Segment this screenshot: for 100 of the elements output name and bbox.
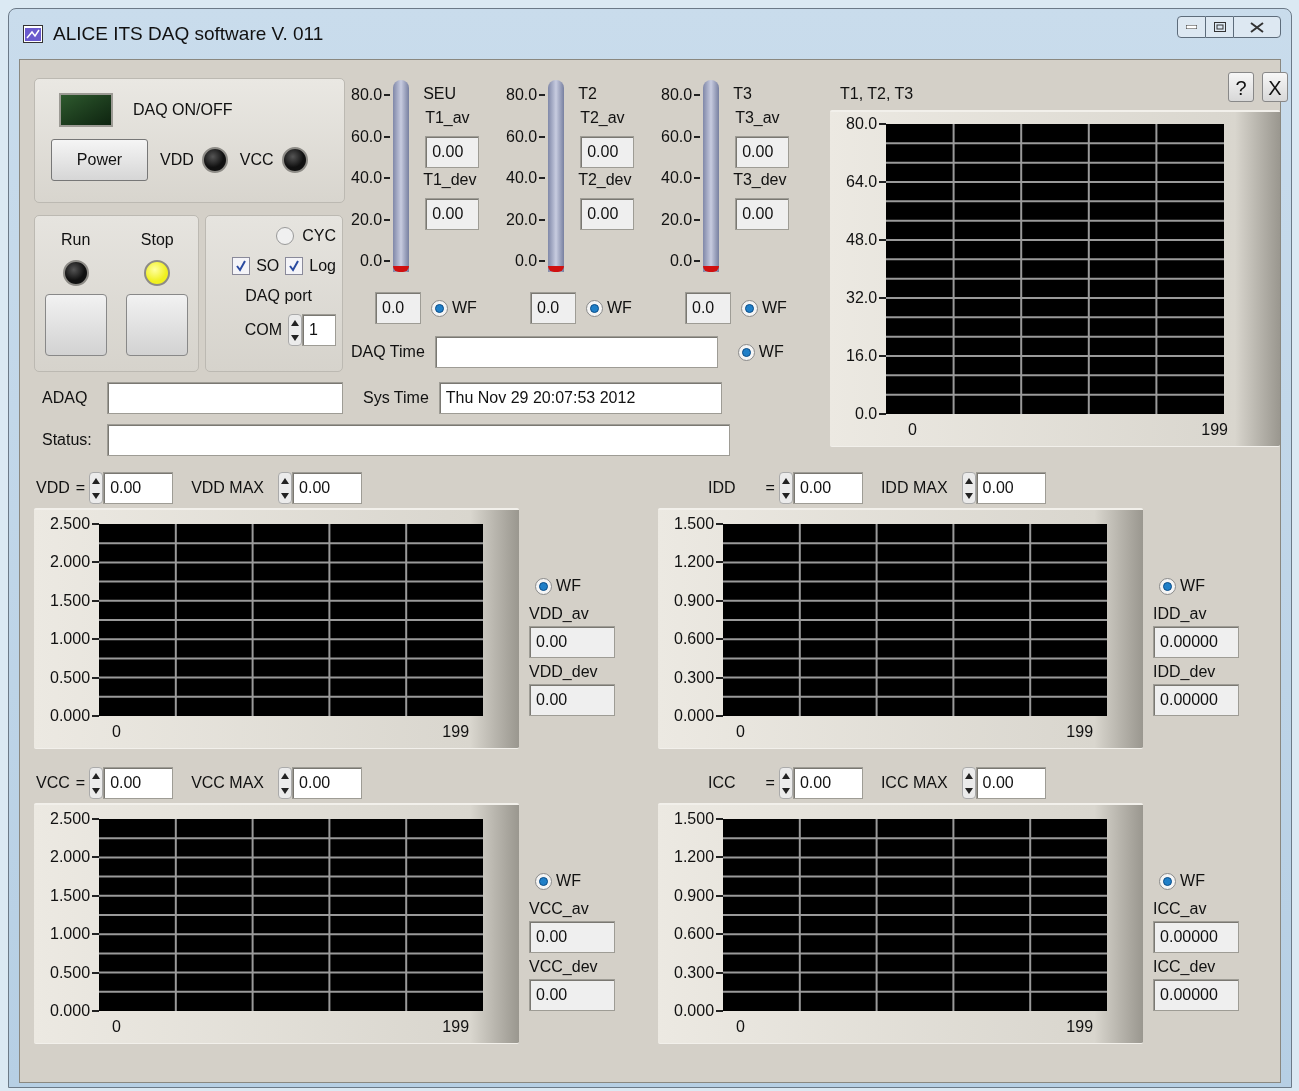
radio-button[interactable] [276, 227, 295, 245]
up-arrow-icon [291, 319, 299, 326]
radio-button[interactable] [535, 577, 553, 595]
port-field[interactable]: 1 [302, 314, 336, 346]
value-field[interactable]: 0.00 [735, 198, 790, 230]
value-field[interactable]: 0.00 [529, 979, 616, 1011]
maximize-button[interactable] [1206, 16, 1233, 38]
value-field[interactable]: 0.00 [529, 921, 616, 953]
status-field[interactable] [107, 424, 730, 456]
axis-tick-label: 0 [112, 1017, 121, 1037]
radio-label: WF [452, 298, 477, 318]
value-field[interactable]: 0.00 [792, 767, 863, 799]
spin-button[interactable] [778, 472, 793, 504]
axis-tick-label: 0.600 [674, 924, 715, 945]
value-field[interactable]: 0.00 [425, 198, 480, 230]
checkbox[interactable] [232, 257, 251, 275]
scale-label: 60.0 [506, 126, 538, 147]
axis-tick-label: 0.900 [674, 590, 715, 611]
window-title: ALICE ITS DAQ software V. 011 [53, 21, 324, 46]
radio-label: WF [1180, 576, 1205, 596]
up-arrow-icon [92, 477, 101, 484]
axis-tick-label: 1.500 [50, 590, 91, 611]
axis-tick-label: 0.0 [854, 404, 878, 424]
axis-tick-label: 2.500 [50, 514, 91, 534]
daq-time-field[interactable] [434, 336, 718, 368]
field-label: VCC_dev [529, 957, 598, 977]
value-field[interactable]: 0.00 [735, 136, 790, 168]
radio-button[interactable] [737, 343, 755, 361]
radio-button[interactable] [741, 299, 758, 317]
spin-button[interactable] [961, 767, 976, 799]
checkbox[interactable] [285, 257, 304, 275]
value-field[interactable]: 0.00000 [1153, 684, 1240, 716]
panel-button[interactable]: ? [1228, 72, 1254, 102]
value-field[interactable]: 0.00 [529, 626, 616, 658]
close-button[interactable] [1233, 16, 1281, 38]
value-field[interactable]: 0.00 [425, 136, 480, 168]
axis-tick-label: 0.300 [674, 667, 715, 688]
value-field[interactable]: 0.00 [975, 472, 1046, 504]
value-field[interactable]: 0.00 [975, 767, 1046, 799]
spin-button[interactable] [278, 472, 293, 504]
value-field[interactable]: 0.00000 [1153, 921, 1240, 953]
spin-button[interactable] [278, 767, 293, 799]
value-field[interactable]: 0.00 [580, 136, 635, 168]
power-button[interactable]: Power [51, 139, 148, 181]
axis-tick-label: 0 [736, 1017, 745, 1037]
scale-label: 40.0 [661, 168, 693, 188]
scale-label: 60.0 [661, 126, 693, 147]
radio-button[interactable] [586, 299, 603, 317]
axis-tick-label: 32.0 [846, 288, 878, 308]
value-field[interactable]: 0.00 [580, 198, 635, 230]
adaq-field[interactable] [107, 382, 343, 414]
scale-label: 40.0 [506, 168, 538, 188]
scale-label: 40.0 [351, 168, 383, 188]
lamp-label: Stop [140, 230, 174, 250]
field-label: VDD_av [529, 604, 589, 624]
radio-button[interactable] [1159, 872, 1177, 890]
value-field[interactable]: 0.00 [792, 472, 863, 504]
spin-button[interactable] [89, 472, 104, 504]
value-field[interactable]: 0.00000 [1153, 626, 1240, 658]
value-field[interactable]: 0.0 [685, 292, 731, 324]
up-arrow-icon [281, 772, 290, 779]
down-arrow-icon [92, 787, 101, 794]
spin-button[interactable] [288, 314, 302, 346]
sys-time-field[interactable]: Thu Nov 29 20:07:53 2012 [438, 382, 722, 414]
axis-tick-label: 0.900 [674, 885, 715, 906]
radio-button[interactable] [535, 872, 553, 890]
value-field[interactable]: 0.0 [375, 292, 421, 324]
axis-tick-label: 0.000 [50, 705, 91, 726]
scale-label: 0.0 [669, 251, 693, 271]
value-field[interactable]: 0.00000 [1153, 979, 1240, 1011]
minimize-button[interactable] [1177, 16, 1206, 38]
chart-title: T1, T2, T3 [840, 84, 914, 104]
value-field[interactable]: 0.0 [530, 292, 576, 324]
radio-button[interactable] [431, 299, 448, 317]
radio-label: WF [758, 342, 784, 362]
scale-label: 80.0 [351, 85, 383, 105]
field-label: T3_av [735, 108, 780, 128]
radio-button[interactable] [1159, 577, 1177, 595]
spin-button[interactable] [961, 472, 976, 504]
value-field[interactable]: 0.00 [292, 767, 363, 799]
field-label: IDD_av [1153, 604, 1207, 624]
value-field[interactable]: 0.00 [529, 684, 616, 716]
axis-tick-label: 2.000 [50, 552, 91, 573]
toggle-button[interactable] [44, 294, 107, 356]
spin-button[interactable] [778, 767, 793, 799]
field-label: VDD [36, 478, 70, 498]
value-field[interactable]: 0.00 [103, 472, 174, 504]
toggle-button[interactable] [126, 294, 189, 356]
up-arrow-icon [781, 477, 790, 484]
axis-tick-label: 1.200 [674, 552, 715, 573]
equals-label: = [765, 478, 775, 498]
scale-label: 20.0 [506, 209, 538, 230]
spin-button[interactable] [89, 767, 104, 799]
field-label: IDD [708, 478, 736, 498]
panel-button[interactable]: X [1262, 72, 1288, 102]
value-field[interactable]: 0.00 [103, 767, 174, 799]
value-field[interactable]: 0.00 [292, 472, 363, 504]
down-arrow-icon [281, 787, 290, 794]
scale-label: 20.0 [661, 209, 693, 230]
axis-tick-label: 0.000 [50, 1000, 91, 1021]
